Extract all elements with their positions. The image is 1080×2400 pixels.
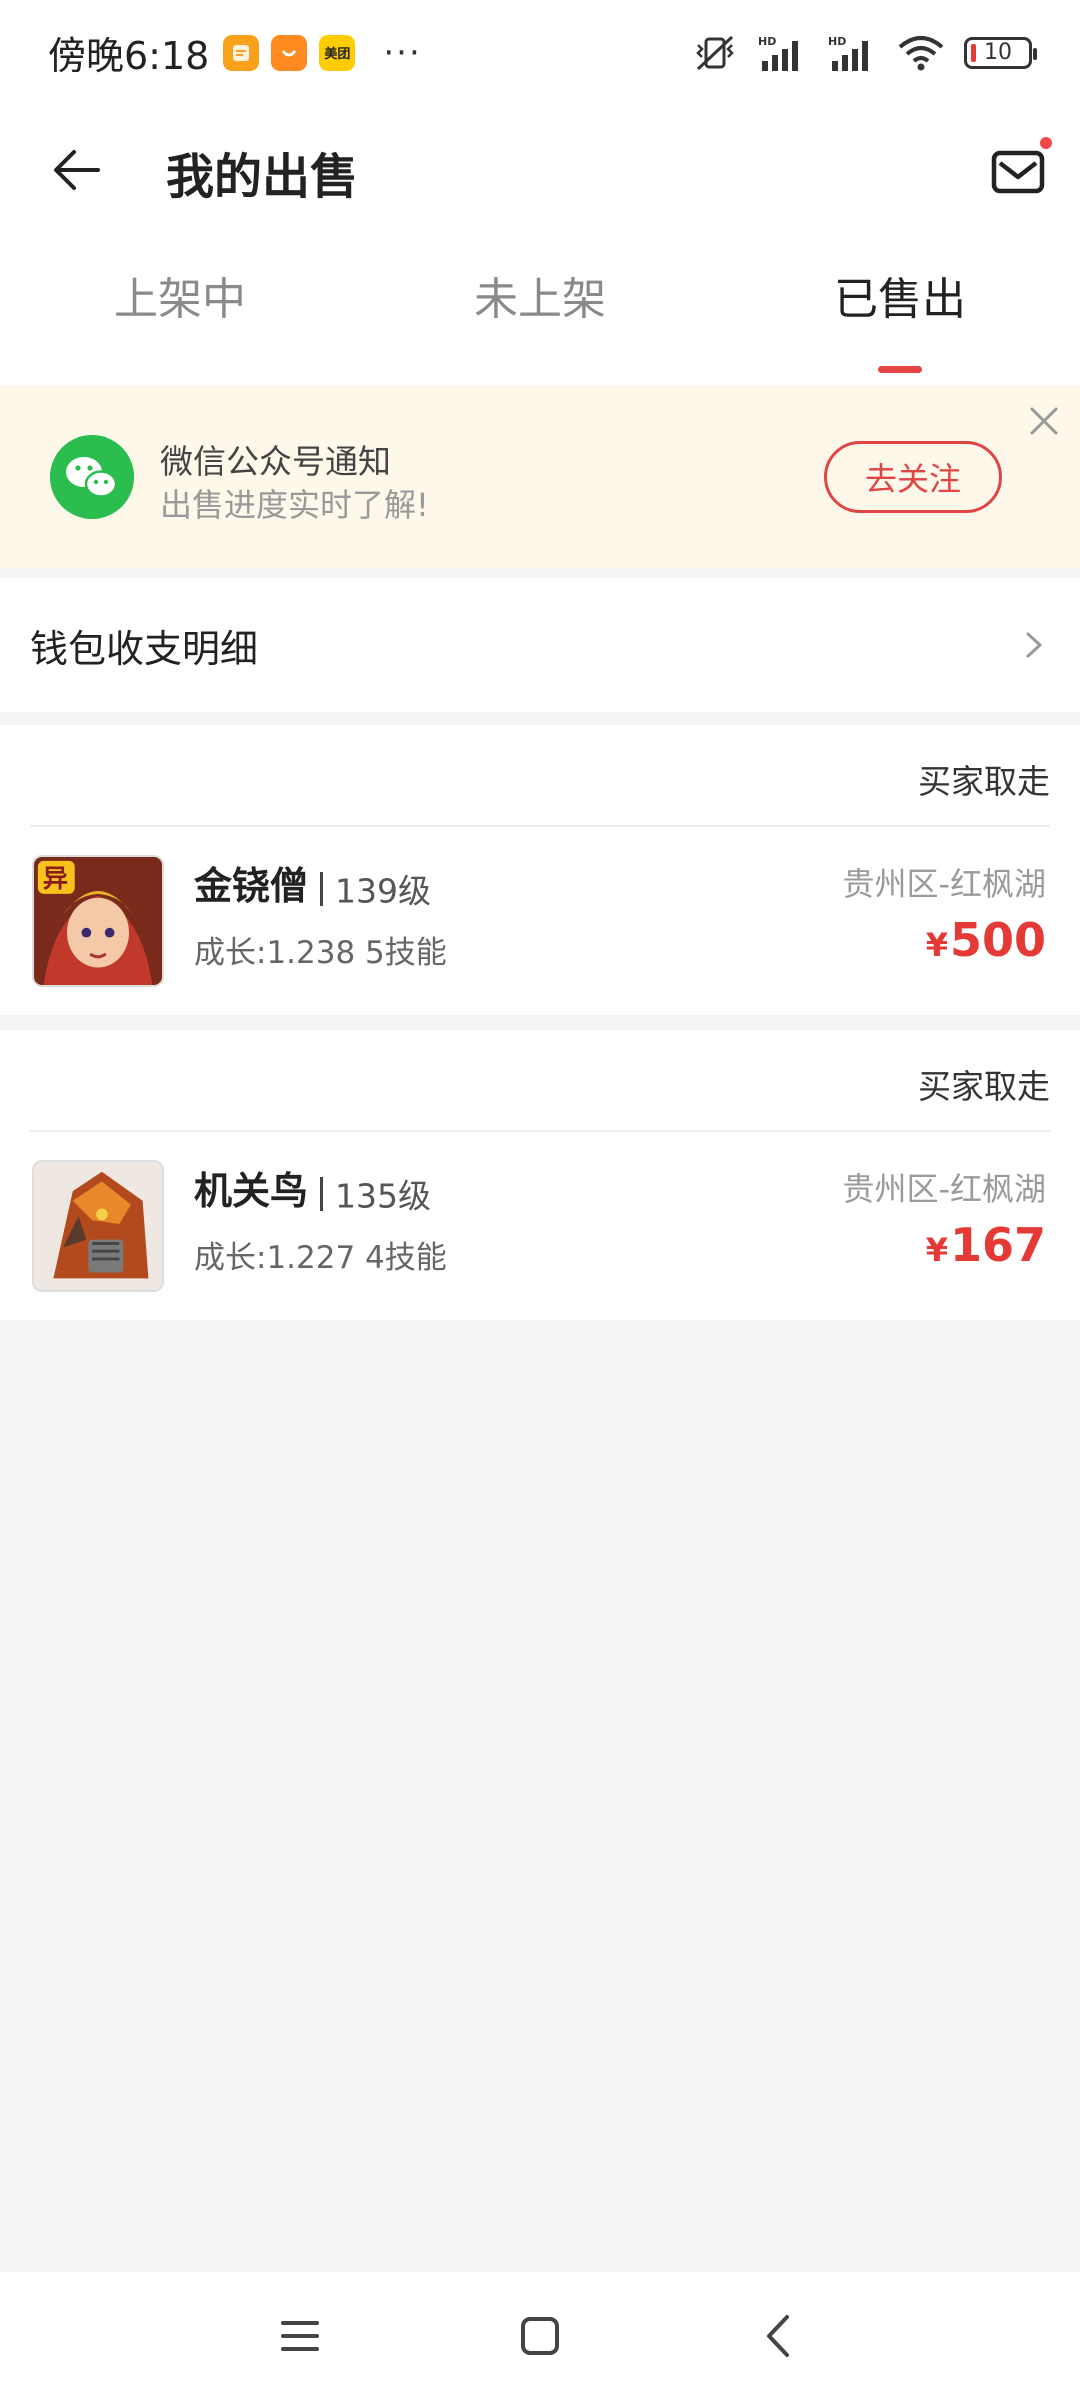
pet-name-line: 金铙僧 139级 (194, 855, 431, 913)
pet-name: 机关鸟 (194, 1169, 309, 1213)
sold-order-card[interactable]: 买家取走 机关鸟 135级 成长:1.227 4技能 贵州区-红枫湖 ¥167 (0, 1030, 1080, 1320)
pet-avatar-image (32, 1160, 164, 1292)
divider (30, 825, 1050, 827)
tab-sold[interactable]: 已售出 (720, 235, 1080, 385)
svg-text:异: 异 (43, 864, 68, 893)
back-chevron-icon[interactable] (755, 2311, 805, 2361)
tab-bar: 上架中 未上架 已售出 (0, 235, 1080, 385)
svg-text:HD: HD (828, 35, 846, 48)
notice-subtitle: 出售进度实时了解! (160, 486, 429, 524)
meituan-app-icon: 美团 (319, 34, 356, 71)
price-value: 500 (949, 913, 1046, 967)
home-square-icon[interactable] (515, 2311, 565, 2361)
unread-dot (1038, 135, 1054, 151)
pet-stats: 成长:1.227 4技能 (194, 1240, 447, 1276)
status-bar: 傍晚6:18 美团 ··· HD HD 10 (0, 0, 1080, 105)
sold-order-card[interactable]: 买家取走 异 金铙僧 139级 成长:1.238 5技能 贵州区-红枫湖 ¥500 (0, 725, 1080, 1015)
pet-avatar-image: 异 (32, 855, 164, 987)
tab-label: 已售出 (834, 274, 966, 325)
sale-price: ¥500 (926, 913, 1046, 967)
pet-name: 金铙僧 (194, 864, 309, 908)
app-header: 我的出售 (0, 105, 1080, 235)
price-value: 167 (949, 1218, 1046, 1272)
currency-symbol: ¥ (925, 1231, 948, 1269)
battery-level: 10 (984, 40, 1012, 65)
taobao-app-icon (271, 34, 308, 71)
notice-title: 微信公众号通知 (160, 442, 391, 481)
signal-hd-icon: HD (758, 35, 798, 71)
currency-symbol: ¥ (925, 926, 948, 964)
svg-text:HD: HD (758, 35, 776, 48)
wechat-notice-banner: 微信公众号通知 出售进度实时了解! 去关注 (0, 385, 1080, 568)
status-time: 傍晚6:18 (48, 34, 210, 78)
back-arrow-icon[interactable] (48, 140, 108, 200)
wifi-icon (898, 35, 944, 70)
wallet-details-row[interactable]: 钱包收支明细 (0, 578, 1080, 712)
pet-stats: 成长:1.238 5技能 (194, 935, 447, 971)
battery-icon: 10 (964, 36, 1037, 69)
follow-button[interactable]: 去关注 (824, 441, 1002, 513)
server-name: 贵州区-红枫湖 (842, 1170, 1046, 1208)
tab-off-shelf[interactable]: 未上架 (360, 235, 720, 385)
vibrate-mute-icon (696, 35, 734, 70)
chevron-right-icon (1026, 632, 1042, 658)
page-title: 我的出售 (166, 149, 359, 205)
menu-icon[interactable] (275, 2311, 325, 2361)
tab-on-shelf[interactable]: 上架中 (0, 235, 360, 385)
close-icon[interactable] (1022, 399, 1066, 443)
signal-hd-icon-2: HD (828, 35, 868, 71)
tab-label: 未上架 (474, 274, 606, 325)
sale-price: ¥167 (926, 1218, 1046, 1272)
pet-level: 139级 (335, 871, 432, 911)
wallet-label: 钱包收支明细 (30, 626, 259, 671)
active-tab-indicator (878, 366, 922, 373)
wechat-icon (50, 435, 134, 519)
order-status: 买家取走 (918, 762, 1050, 801)
tab-label: 上架中 (114, 274, 246, 325)
pet-name-line: 机关鸟 135级 (194, 1160, 431, 1218)
divider (30, 1130, 1050, 1132)
order-status: 买家取走 (918, 1067, 1050, 1106)
pet-level: 135级 (335, 1176, 432, 1216)
server-name: 贵州区-红枫湖 (842, 865, 1046, 903)
note-app-icon (223, 34, 260, 71)
more-notifications-icon: ··· (383, 32, 422, 73)
system-navigation-bar (0, 2272, 1080, 2400)
